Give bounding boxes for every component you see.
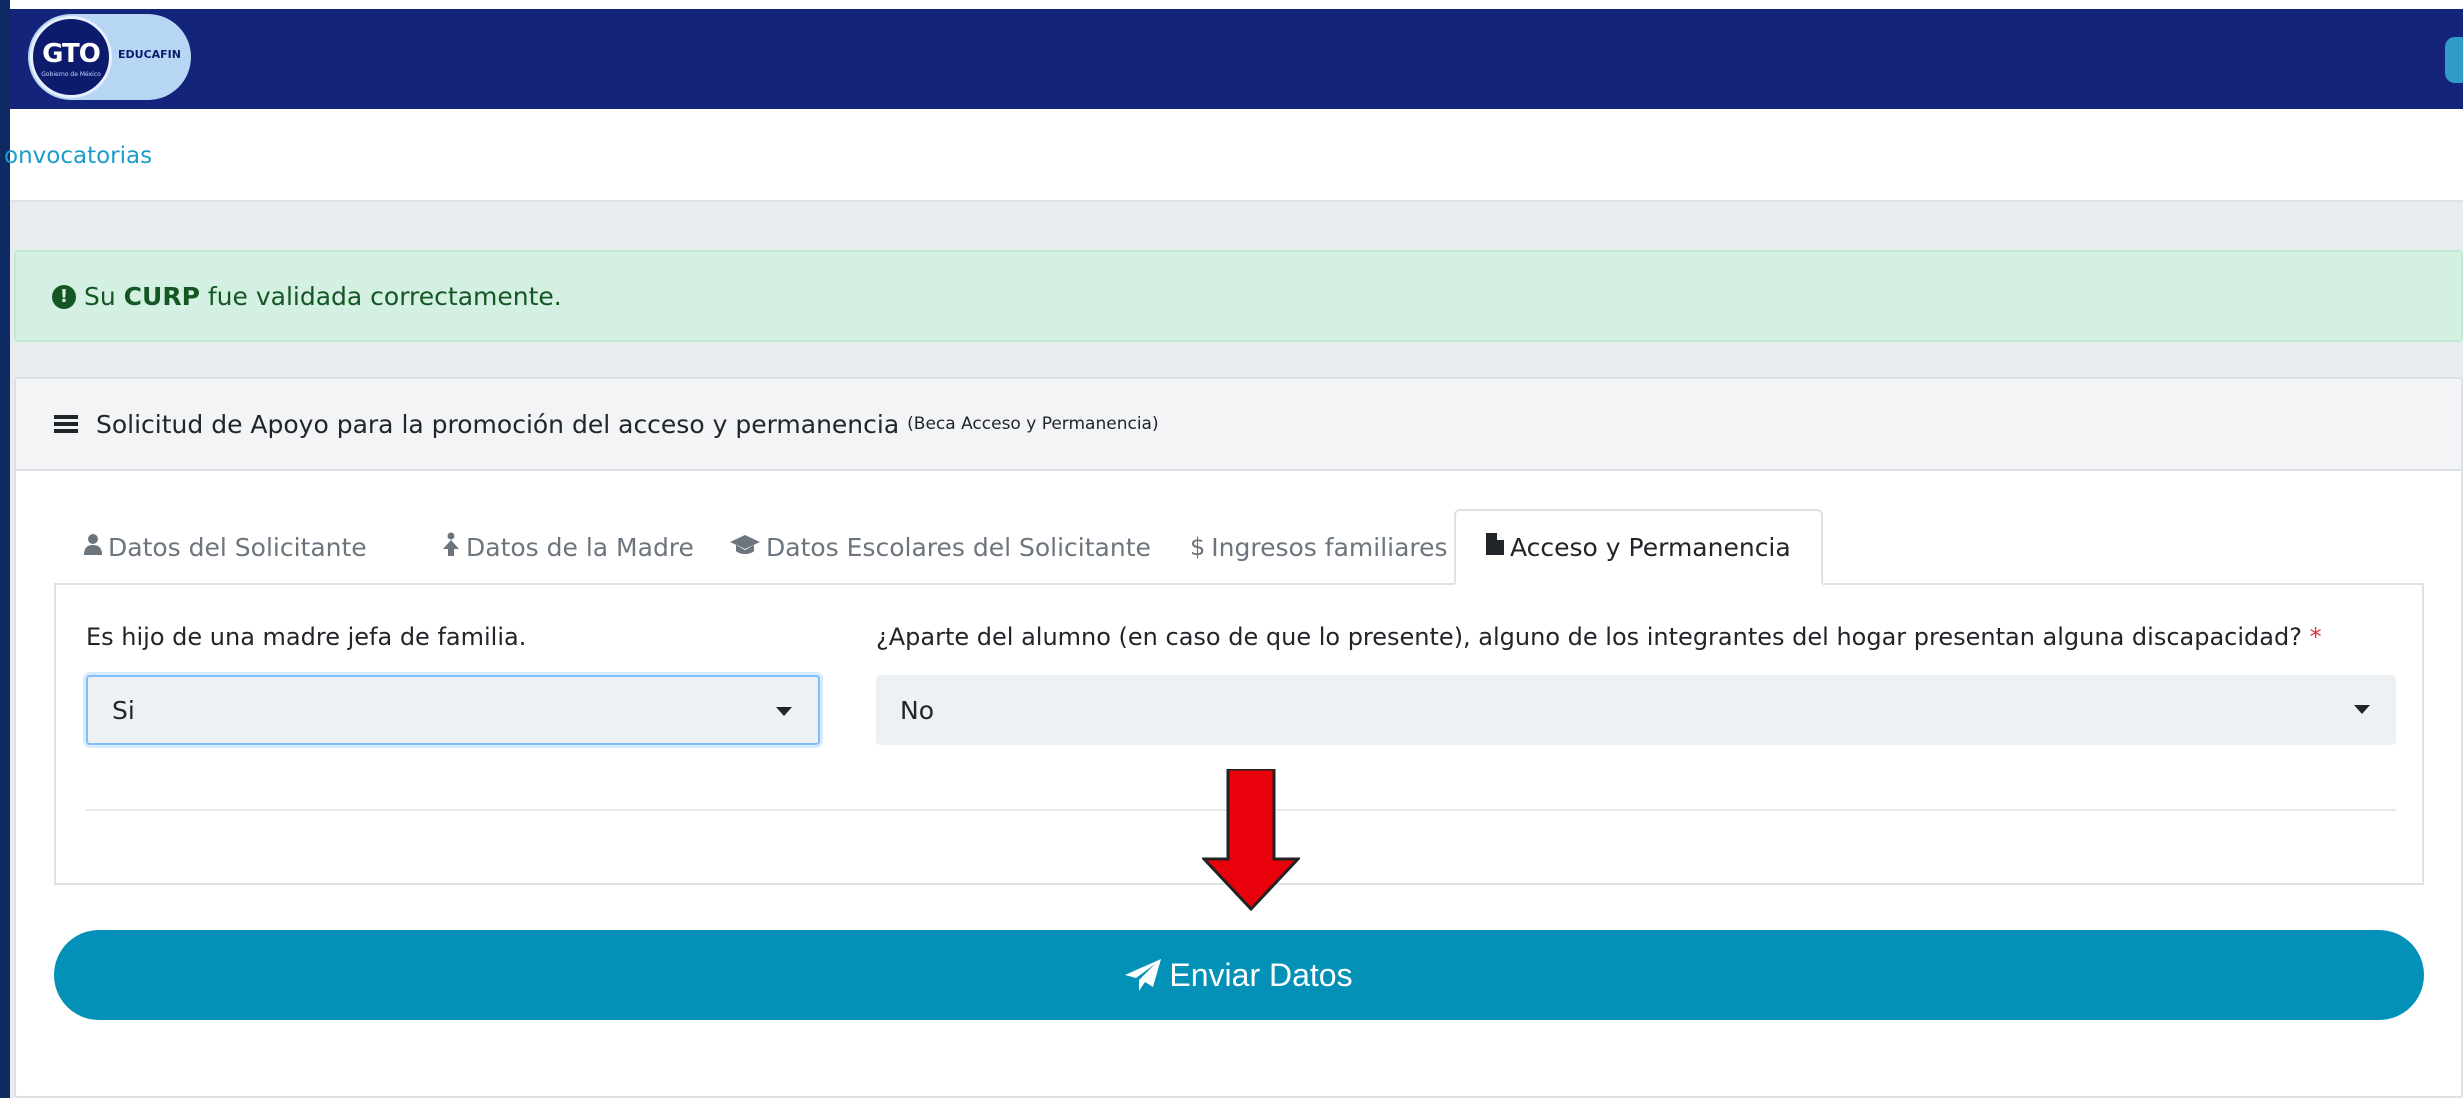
tab-datos-madre[interactable]: Datos de la Madre [412,509,724,585]
tab-datos-escolares[interactable]: Datos Escolares del Solicitante [700,509,1181,585]
jefa-familia-select[interactable]: Si [86,675,820,745]
logo-gto-subtext: Gobierno de México [41,71,101,78]
breadcrumb-convocatorias-link[interactable]: onvocatorias [4,143,152,169]
alert-prefix: Su [84,282,116,311]
user-icon [84,533,102,561]
tab-acceso-permanencia[interactable]: Acceso y Permanencia [1454,509,1823,585]
file-icon [1486,533,1504,561]
alert-content: ! Su CURP fue validada correctamente. [52,282,562,311]
gto-logo-circle: GTO Gobierno de México [30,16,112,98]
tab-label: Acceso y Permanencia [1510,532,1791,562]
success-alert: ! Su CURP fue validada correctamente. [14,250,2463,342]
enviar-datos-button[interactable]: Enviar Datos [54,930,2424,1020]
alert-suffix: fue validada correctamente. [207,282,562,311]
chevron-down-icon [776,707,792,716]
discapacidad-value: No [900,695,934,725]
female-icon [442,532,460,562]
tab-datos-solicitante[interactable]: Datos del Solicitante [54,509,397,585]
card-header: Solicitud de Apoyo para la promoción del… [16,379,2461,471]
brand-logo[interactable]: GTO Gobierno de México EDUCAFIN [28,14,191,100]
red-arrow-annotation [1202,769,1300,911]
graduation-cap-icon [730,533,760,561]
tab-label: Ingresos familiares [1211,532,1448,562]
paper-plane-icon [1125,959,1162,991]
dollar-icon: $ [1190,533,1206,561]
top-navbar: GTO Gobierno de México EDUCAFIN [10,9,2463,109]
logo-brand-text: EDUCAFIN [118,48,181,61]
breadcrumb: onvocatorias [4,109,2463,202]
chevron-down-icon [2354,705,2370,714]
corner-logo-fragment [2445,37,2463,83]
required-asterisk: * [2309,623,2322,651]
alert-strong: CURP [123,282,200,311]
tab-label: Datos del Solicitante [108,532,367,562]
list-icon [54,415,78,433]
application-card: Solicitud de Apoyo para la promoción del… [14,377,2463,1098]
field-discapacidad-label: ¿Aparte del alumno (en caso de que lo pr… [876,623,2322,651]
field-jefa-familia-label: Es hijo de una madre jefa de familia. [86,623,527,651]
jefa-familia-value: Si [112,695,135,725]
card-subtitle: (Beca Acceso y Permanencia) [907,414,1159,434]
discapacidad-select[interactable]: No [876,675,2396,745]
logo-gto-text: GTO [42,39,101,69]
tab-label: Datos Escolares del Solicitante [766,532,1151,562]
exclamation-circle-icon: ! [52,284,76,309]
bottom-left-strip [0,1060,10,1098]
page: GTO Gobierno de México EDUCAFIN onvocato… [0,0,2463,1098]
discapacidad-label-text: ¿Aparte del alumno (en caso de que lo pr… [876,623,2302,651]
enviar-datos-label: Enviar Datos [1169,956,1353,993]
form-tabs: Datos del Solicitante Datos de la Madre … [54,509,2424,585]
tab-ingresos-familiares[interactable]: $ Ingresos familiares [1160,509,1478,585]
tab-label: Datos de la Madre [466,532,694,562]
card-title: Solicitud de Apoyo para la promoción del… [96,409,900,439]
